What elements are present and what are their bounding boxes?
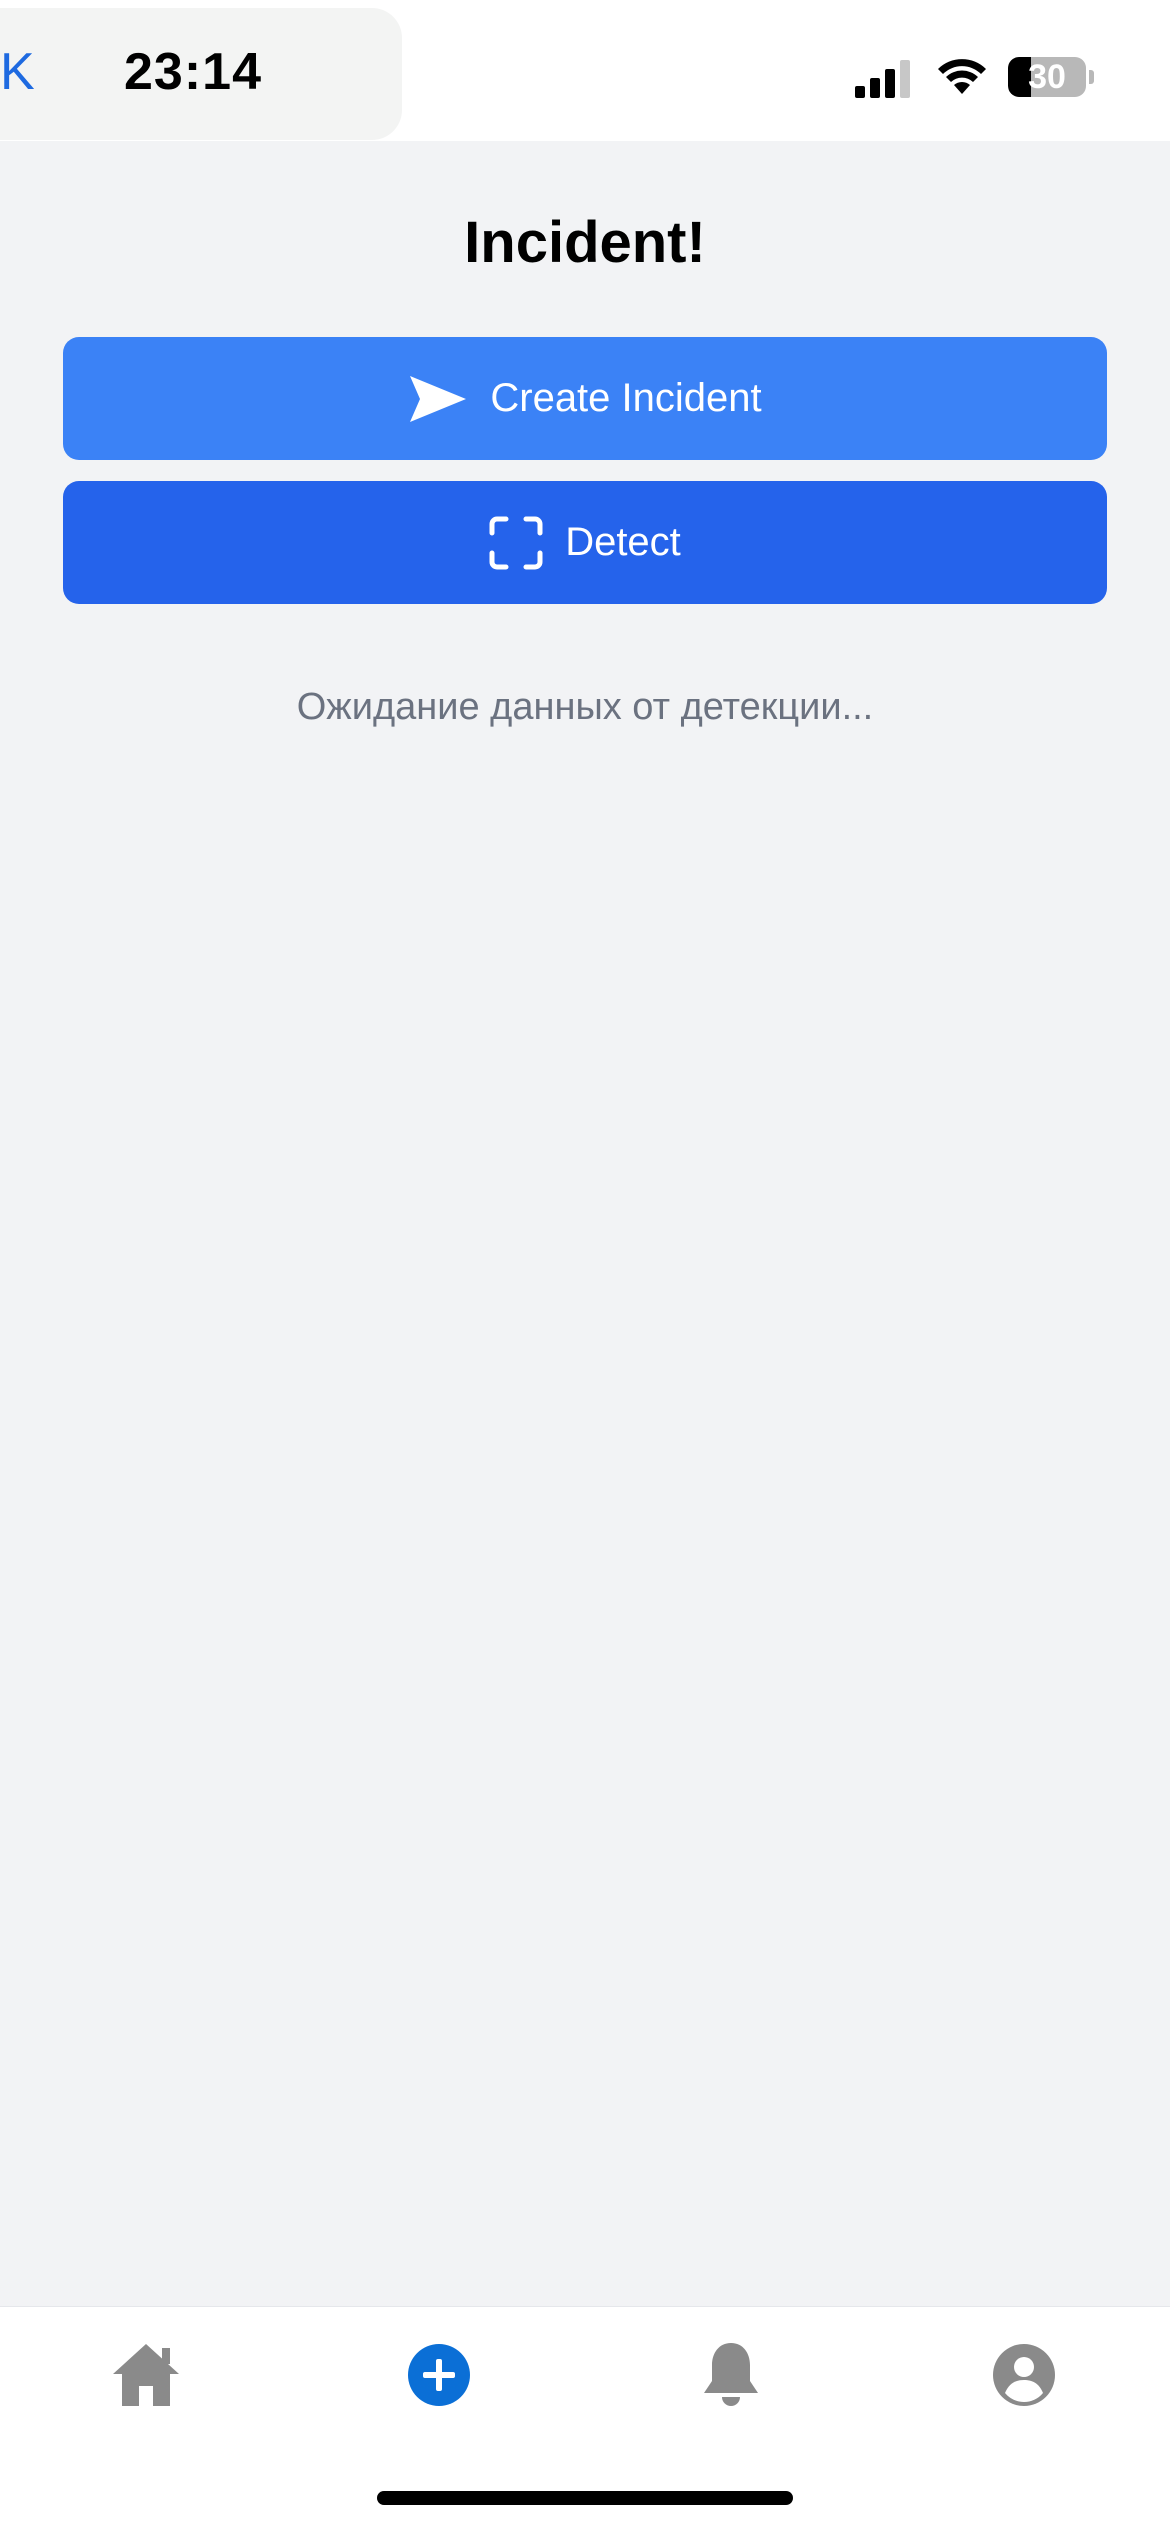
tab-profile[interactable]: [964, 2327, 1084, 2427]
tab-notifications[interactable]: [671, 2327, 791, 2427]
tab-create[interactable]: [379, 2327, 499, 2427]
status-time: 23:14: [124, 43, 262, 101]
detect-button[interactable]: Detect: [63, 481, 1107, 604]
scan-frame-icon: [489, 516, 543, 570]
tab-home[interactable]: [86, 2327, 206, 2427]
status-bar: K 23:14 30: [0, 0, 1170, 141]
detect-label: Detect: [565, 520, 681, 564]
battery-percent: 30: [1028, 58, 1066, 96]
wifi-icon: [935, 56, 989, 101]
home-indicator[interactable]: [377, 2491, 793, 2505]
profile-icon: [992, 2343, 1056, 2412]
add-circle-icon: [407, 2343, 471, 2412]
battery-tip: [1089, 70, 1094, 84]
home-icon: [109, 2340, 183, 2415]
page-title: Incident!: [464, 210, 706, 275]
bell-icon: [701, 2339, 761, 2416]
create-incident-button[interactable]: Create Incident: [63, 337, 1107, 460]
battery-icon: 30: [1008, 57, 1086, 97]
create-incident-label: Create Incident: [490, 376, 762, 420]
detection-status-text: Ожидание данных от детекции...: [296, 686, 874, 728]
back-to-app-label[interactable]: K: [0, 46, 35, 98]
cellular-signal-icon: [855, 58, 915, 103]
send-icon: [408, 374, 468, 424]
